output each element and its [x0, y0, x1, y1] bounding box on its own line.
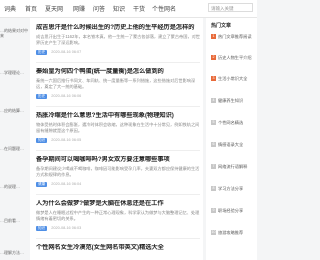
rank-badge: 9	[211, 208, 216, 213]
article-summary: 做梦是人在睡眠过程中产生的一种正常心理现象，科学家认为做梦与大脑整理记忆、处理情…	[36, 210, 200, 221]
nav-item-summer[interactable]: 夏天网	[45, 4, 63, 13]
sidebar-item-label[interactable]: 旅游攻略推荐	[218, 230, 256, 236]
nav-item-earn[interactable]: 网赚	[73, 4, 85, 13]
right-sidebar: 热门文章 1 热门文章推荐阅读 2 历史人物生平介绍 3 生活小常识大全 4 健康养生知…	[206, 18, 257, 260]
sidebar-item-label[interactable]: 职场经验分享	[218, 208, 256, 214]
sidebar-item-label[interactable]: 网络流行语解释	[218, 164, 256, 170]
article-date: 2020-08-16 06:07	[51, 50, 82, 54]
sidebar-item-label[interactable]: 个性网名精选	[218, 120, 256, 126]
sidebar-item[interactable]: 8 学习方法分享	[211, 186, 257, 204]
rank-badge: 2	[211, 55, 216, 60]
rank-badge: 7	[211, 164, 216, 169]
left-snippet[interactable]: …理解方法…	[0, 250, 30, 255]
sidebar-item-label[interactable]: 热门文章推荐阅读	[218, 34, 256, 40]
list-item[interactable]: 秦始皇为何四个鸭蛋(统一度量衡)是怎么做到的 秦统一六国后推行书同文、车同轨、统…	[36, 68, 200, 99]
article-date: 2020-08-16 06:05	[51, 138, 82, 142]
article-meta: 知识 2020-08-16 06:05	[36, 137, 200, 143]
article-title[interactable]: 秦始皇为何四个鸭蛋(统一度量衡)是怎么做到的	[36, 68, 200, 76]
rank-badge: 10	[211, 230, 216, 235]
top-navigation-bar: 词典 首页 夏天网 网赚 问答 知识 干货 个性网名 请输入关键	[0, 0, 257, 18]
category-tag[interactable]: 健康	[36, 182, 48, 187]
nav-item-knowledge[interactable]: 知识	[113, 4, 125, 13]
article-title[interactable]: 热胀冷缩是什么意思?生活中有哪些现象(物理知识)	[36, 112, 200, 120]
sidebar-item-label[interactable]: 生活小常识大全	[218, 76, 256, 82]
article-meta: 健康 2020-08-16 06:04	[36, 181, 200, 187]
rank-badge: 6	[211, 142, 216, 147]
divider	[36, 238, 200, 239]
search-input[interactable]: 请输入关键	[208, 3, 253, 12]
divider	[36, 106, 200, 107]
left-snippet[interactable]: …的结果对对中来	[0, 28, 30, 38]
category-tag[interactable]: 历史	[36, 94, 48, 99]
divider	[36, 150, 200, 151]
rank-badge: 4	[211, 98, 216, 103]
article-date: 2020-08-16 06:03	[51, 226, 82, 230]
divider	[36, 194, 200, 195]
sidebar-item[interactable]: 9 职场经验分享	[211, 208, 257, 226]
list-item[interactable]: 个性网名女生冷漠范(女生网名带英文)精选大全	[36, 244, 200, 252]
category-tag[interactable]: 历史	[36, 50, 48, 55]
list-item[interactable]: 成吉思汗是什么时候出生的?历史上他的生平经历是怎样的 成吉思汗出生于1162年，…	[36, 24, 200, 55]
left-snippet[interactable]: …目前看…	[0, 218, 30, 223]
sidebar-item-label[interactable]: 学习方法分享	[218, 186, 256, 192]
sidebar-item[interactable]: 10 旅游攻略推荐	[211, 230, 257, 248]
article-title[interactable]: 人为什么会做梦?做梦是大脑在休息还是在工作	[36, 200, 200, 208]
sidebar-item[interactable]: 3 生活小常识大全	[211, 76, 257, 94]
list-item[interactable]: 人为什么会做梦?做梦是大脑在休息还是在工作 做梦是人在睡眠过程中产生的一种正常心…	[36, 200, 200, 231]
article-date: 2020-08-16 06:04	[51, 182, 82, 186]
rank-badge: 1	[211, 34, 216, 39]
nav-item-nicknames[interactable]: 个性网名	[152, 4, 176, 13]
rank-badge: 3	[211, 76, 216, 81]
nav-item-home[interactable]: 首页	[25, 4, 37, 13]
article-summary: 物体受热时体积会膨胀，遇冷时体积会收缩，这种现象在生活中十分常见，例如铁轨之间留…	[36, 122, 200, 133]
list-item[interactable]: 备孕期间可以喝咖啡吗?男女双方要注意哪些事项 备孕期间建议少喝或不喝咖啡，咖啡因…	[36, 156, 200, 187]
left-snippet[interactable]: …应的结算…	[0, 108, 30, 113]
article-title[interactable]: 成吉思汗是什么时候出生的?历史上他的生平经历是怎样的	[36, 24, 200, 32]
article-summary: 成吉思汗出生于1162年，本名铁木真，他一生统一了蒙古各部落，建立了蒙古帝国，对…	[36, 34, 200, 45]
article-summary: 备孕期间建议少喝或不喝咖啡，咖啡因可能影响受孕几率，夫妻双方都应保持健康的生活方…	[36, 166, 200, 177]
category-tag[interactable]: 知识	[36, 226, 48, 231]
category-tag[interactable]: 知识	[36, 138, 48, 143]
sidebar-item[interactable]: 4 健康养生知识	[211, 98, 257, 116]
sidebar-item-label[interactable]: 情感语录大全	[218, 142, 256, 148]
nav-item-qa[interactable]: 问答	[93, 4, 105, 13]
sidebar-item-label[interactable]: 健康养生知识	[218, 98, 256, 104]
article-meta: 知识 2020-08-16 06:03	[36, 225, 200, 231]
article-meta: 历史 2020-08-16 06:07	[36, 49, 200, 55]
article-meta: 历史 2020-08-16 06:06	[36, 93, 200, 99]
article-title[interactable]: 个性网名女生冷漠范(女生网名带英文)精选大全	[36, 244, 200, 252]
divider	[36, 62, 200, 63]
article-title[interactable]: 备孕期间可以喝咖啡吗?男女双方要注意哪些事项	[36, 156, 200, 164]
nav-item-dictionary[interactable]: 词典	[4, 4, 16, 13]
article-summary: 秦统一六国后推行书同文、车同轨、统一度量衡等一系列措施，这些措施对后世影响深远，…	[36, 78, 196, 89]
left-snippet[interactable]: …在问题理…	[0, 146, 30, 151]
sidebar-item-label[interactable]: 历史人物生平介绍	[218, 55, 256, 61]
nav-item-tips[interactable]: 干货	[133, 4, 145, 13]
article-date: 2020-08-16 06:06	[51, 94, 82, 98]
left-snippet[interactable]: …的说理…	[0, 184, 30, 189]
sidebar-item[interactable]: 1 热门文章推荐阅读	[211, 34, 257, 52]
left-related-column: …的结果对对中来 …学理理论… …应的结算… …在问题理… …的说理… …目前看…	[0, 18, 30, 260]
sidebar-item[interactable]: 6 情感语录大全	[211, 142, 257, 160]
sidebar-item[interactable]: 5 个性网名精选	[211, 120, 257, 138]
sidebar-item[interactable]: 2 历史人物生平介绍	[211, 55, 257, 73]
rank-badge: 5	[211, 120, 216, 125]
sidebar-heading: 热门文章	[211, 23, 232, 29]
rank-badge: 8	[211, 186, 216, 191]
left-snippet[interactable]: …学理理论…	[0, 70, 30, 75]
sidebar-item[interactable]: 7 网络流行语解释	[211, 164, 257, 182]
list-item[interactable]: 热胀冷缩是什么意思?生活中有哪些现象(物理知识) 物体受热时体积会膨胀，遇冷时体…	[36, 112, 200, 143]
article-list: 成吉思汗是什么时候出生的?历史上他的生平经历是怎样的 成吉思汗出生于1162年，…	[30, 18, 203, 260]
